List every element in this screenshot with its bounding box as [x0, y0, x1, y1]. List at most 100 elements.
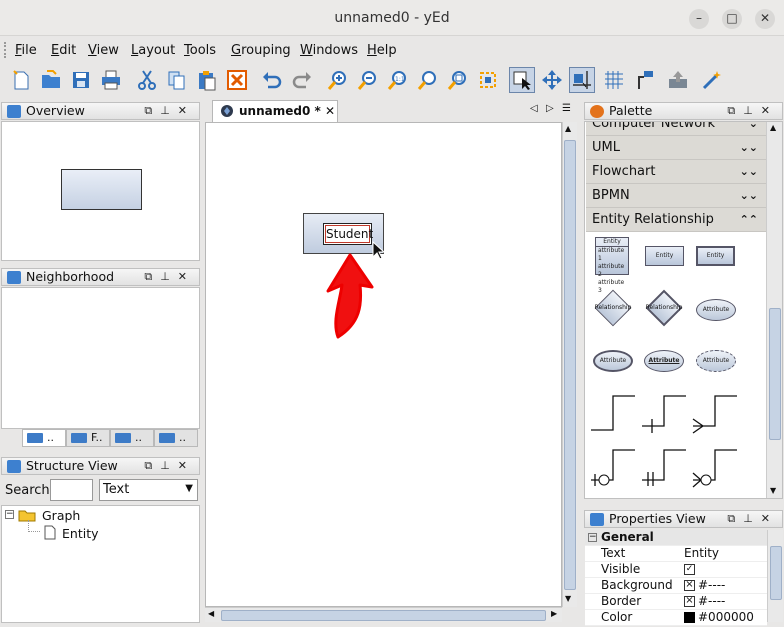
panel-controls[interactable]: ⧉⊥✕	[727, 103, 778, 119]
document-tab[interactable]: unnamed0 * ✕	[212, 100, 338, 122]
search-input[interactable]	[50, 479, 93, 501]
palette-item-relation-exactly-one[interactable]	[640, 448, 690, 490]
palette-scrollbar[interactable]: ▲ ▼	[766, 122, 782, 498]
paste-icon[interactable]	[194, 67, 220, 93]
collapse-toggle[interactable]: −	[588, 533, 597, 542]
panel-controls[interactable]: ⧉⊥✕	[144, 103, 195, 119]
palette-item-entity-with-attributes[interactable]: Entity attribute 1 attribute 2 attribute 3	[595, 237, 629, 294]
zoom-original-icon[interactable]: 1:1	[385, 67, 411, 93]
neighborhood-tab-4[interactable]: ..	[154, 429, 198, 447]
palette-item-multivalued-attribute[interactable]: Attribute	[593, 350, 633, 372]
palette-item-weak-entity[interactable]: Entity	[696, 246, 735, 266]
node-label[interactable]: Student	[325, 225, 373, 243]
undo-icon[interactable]	[259, 67, 285, 93]
palette-item-derived-attribute[interactable]: Attribute	[696, 350, 736, 372]
scroll-down-icon[interactable]: ▼	[770, 486, 776, 495]
zoom-in-icon[interactable]	[325, 67, 351, 93]
property-row-border[interactable]: Border × #----	[585, 594, 767, 610]
scroll-left-icon[interactable]: ◀	[208, 609, 214, 618]
menu-layout[interactable]: Layout	[131, 43, 175, 58]
snap-lines-icon[interactable]	[569, 67, 595, 93]
palette-item-identifying-relationship[interactable]: Relationship	[644, 289, 684, 327]
close-tab-icon[interactable]: ✕	[325, 104, 335, 118]
visible-checkbox[interactable]: ✓	[684, 564, 695, 575]
palette-item-key-attribute[interactable]: Attribute	[644, 350, 684, 372]
save-icon[interactable]	[68, 67, 94, 93]
property-row-color[interactable]: Color #000000	[585, 610, 767, 626]
palette-item-relationship[interactable]: Relationship	[593, 289, 633, 327]
neighborhood-tab-2[interactable]: F..	[66, 429, 110, 447]
palette-item-relation-one[interactable]	[640, 392, 690, 434]
print-icon[interactable]	[98, 67, 124, 93]
export-icon[interactable]	[665, 67, 691, 93]
menu-view[interactable]: View	[88, 43, 119, 58]
grid-icon[interactable]	[601, 67, 627, 93]
move-mode-icon[interactable]	[539, 67, 565, 93]
palette-section-uml[interactable]: UML ⌄⌄	[586, 136, 766, 160]
property-row-text[interactable]: Text Entity	[585, 546, 767, 562]
palette-item-entity[interactable]: Entity	[645, 246, 684, 266]
canvas-horizontal-scrollbar[interactable]: ◀ ▶	[205, 607, 562, 622]
menu-grouping[interactable]: Grouping	[231, 43, 291, 58]
panel-controls[interactable]: ⧉⊥✕	[144, 269, 195, 285]
tab-scroll-left-icon[interactable]: ◁	[530, 103, 538, 114]
palette-item-relation-zero-or-many[interactable]	[691, 448, 741, 490]
palette-scroll-thumb[interactable]	[769, 308, 781, 440]
neighborhood-tab-3[interactable]: ..	[110, 429, 154, 447]
minimize-button[interactable]: –	[689, 9, 709, 29]
copy-icon[interactable]	[164, 67, 190, 93]
overview-viewport[interactable]	[61, 169, 142, 210]
menu-help[interactable]: Help	[367, 43, 397, 58]
panel-controls[interactable]: ⧉⊥✕	[727, 511, 778, 527]
tree-node-entity[interactable]: Entity	[62, 526, 99, 541]
zoom-fit-icon[interactable]	[415, 67, 441, 93]
properties-scrollbar[interactable]	[767, 530, 783, 622]
new-document-icon[interactable]	[8, 67, 34, 93]
orthogonal-edges-icon[interactable]	[631, 67, 657, 93]
palette-section-bpmn[interactable]: BPMN ⌄⌄	[586, 184, 766, 208]
palette-section-flowchart[interactable]: Flowchart ⌄⌄	[586, 160, 766, 184]
tab-scroll-right-icon[interactable]: ▷	[546, 103, 554, 114]
horizontal-scroll-thumb[interactable]	[221, 610, 546, 621]
graph-canvas[interactable]: Student	[205, 122, 562, 607]
palette-item-attribute[interactable]: Attribute	[696, 299, 736, 321]
cut-icon[interactable]	[134, 67, 160, 93]
palette-item-relation-many[interactable]	[691, 392, 741, 434]
scroll-up-icon[interactable]: ▲	[565, 124, 571, 133]
menu-edit[interactable]: Edit	[51, 43, 76, 58]
open-folder-icon[interactable]	[38, 67, 64, 93]
node-label-editor[interactable]: Student	[323, 223, 373, 245]
tab-list-icon[interactable]: ☰	[562, 103, 571, 114]
canvas-vertical-scrollbar[interactable]: ▲ ▼	[562, 122, 577, 607]
delete-icon[interactable]	[224, 67, 250, 93]
zoom-out-icon[interactable]	[355, 67, 381, 93]
palette-item-relation-zero-or-one[interactable]	[589, 448, 639, 490]
maximize-button[interactable]: □	[722, 9, 742, 29]
menu-tools[interactable]: Tools	[184, 43, 216, 58]
edit-mode-icon[interactable]	[509, 67, 535, 93]
palette-section-computer-network[interactable]: Computer Network ⌄	[586, 122, 766, 136]
redo-icon[interactable]	[289, 67, 315, 93]
scroll-up-icon[interactable]: ▲	[770, 123, 776, 132]
vertical-scroll-thumb[interactable]	[564, 140, 576, 590]
palette-section-entity-relationship[interactable]: Entity Relationship ⌃⌃	[586, 208, 766, 232]
overview-panel[interactable]	[1, 121, 200, 261]
search-type-select[interactable]: Text ▼	[99, 479, 198, 501]
menu-windows[interactable]: Windows	[300, 43, 358, 58]
scroll-right-icon[interactable]: ▶	[551, 609, 557, 618]
collapse-toggle[interactable]: −	[5, 510, 14, 519]
zoom-area-icon[interactable]	[445, 67, 471, 93]
close-window-button[interactable]: ✕	[755, 9, 775, 29]
magic-wand-icon[interactable]	[699, 67, 725, 93]
property-row-background[interactable]: Background × #----	[585, 578, 767, 594]
properties-scroll-thumb[interactable]	[770, 546, 782, 600]
scroll-down-icon[interactable]: ▼	[565, 594, 571, 603]
palette-item-relation-plain[interactable]	[589, 392, 639, 434]
menu-file[interactable]: File	[15, 43, 37, 58]
tree-node-graph[interactable]: Graph	[42, 508, 80, 523]
property-row-visible[interactable]: Visible ✓	[585, 562, 767, 578]
panel-controls[interactable]: ⧉⊥✕	[144, 458, 195, 474]
properties-section-general[interactable]: − General	[585, 530, 767, 546]
neighborhood-tab-1[interactable]: ..	[22, 429, 66, 447]
fit-content-icon[interactable]	[475, 67, 501, 93]
